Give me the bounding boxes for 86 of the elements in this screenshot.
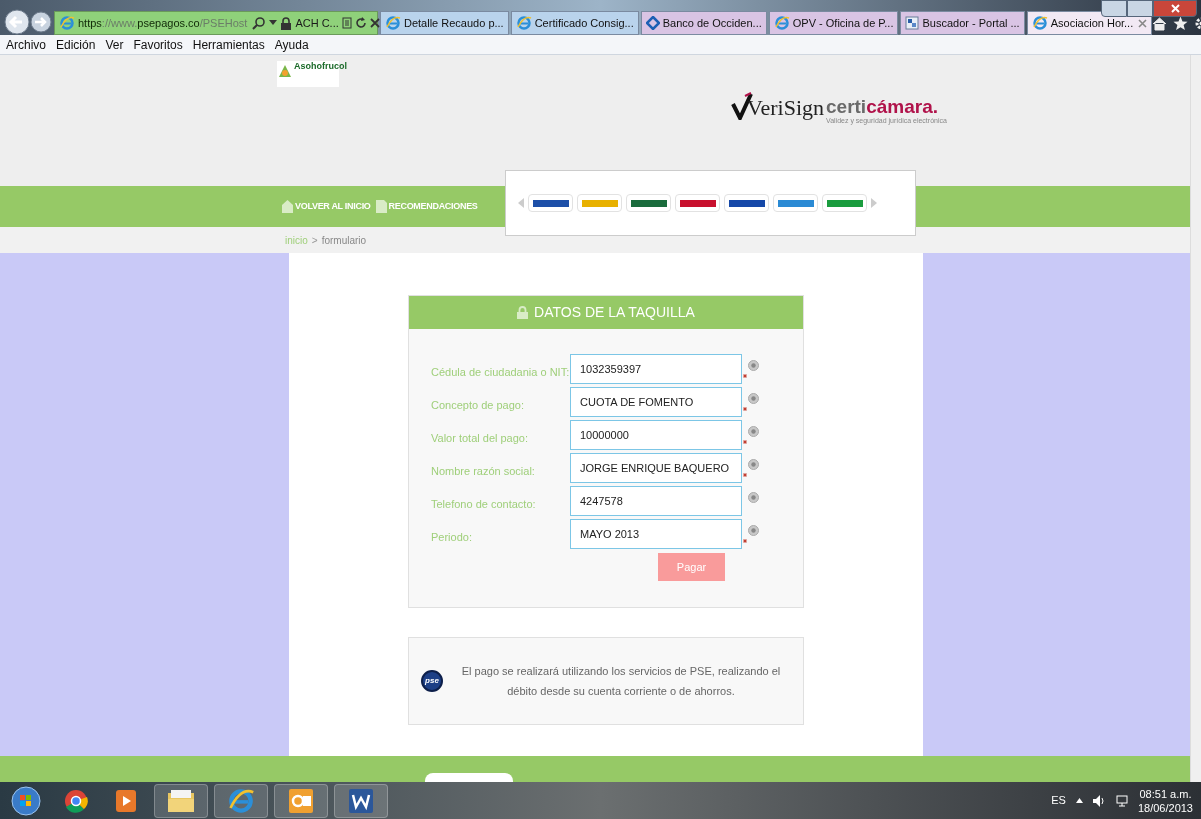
media-player-icon[interactable]: [115, 788, 137, 813]
bank-logo[interactable]: [822, 194, 867, 212]
lock-icon: [280, 16, 293, 30]
help-icon[interactable]: [748, 392, 759, 404]
field-label: Concepto de pago:: [431, 397, 525, 413]
pse-logo: pse: [421, 670, 443, 692]
bank-logo[interactable]: [626, 194, 671, 212]
fruit-logo-icon: [278, 64, 292, 78]
bank-logo[interactable]: [675, 194, 720, 212]
tab-icon: [385, 15, 401, 31]
menu-item[interactable]: Ver: [105, 35, 124, 54]
input-field[interactable]: JORGE ENRIQUE BAQUERO: [570, 453, 742, 483]
home-icon[interactable]: [1152, 15, 1168, 31]
help-icon[interactable]: [748, 491, 759, 503]
browser-tab[interactable]: Buscador - Portal ...: [900, 11, 1025, 35]
notice-text: El pago se realizará utilizando los servicios de PSE, realizando el débito desde su cuenta corriente o de ahorros.: [461, 664, 781, 699]
input-field[interactable]: 1032359397: [570, 354, 742, 384]
site-identity[interactable]: ACH C...: [295, 14, 339, 32]
menu-item[interactable]: Favoritos: [133, 35, 183, 54]
menu-item[interactable]: Archivo: [6, 35, 46, 54]
address-bar[interactable]: https://www.psepagos.co/PSEHost ACH C...: [54, 11, 378, 35]
clock-date[interactable]: 18/06/2013: [1137, 800, 1193, 815]
menu-item[interactable]: Edición: [56, 35, 96, 54]
mail-app-icon[interactable]: [288, 787, 314, 814]
certicamara-logo: certicámara.: [826, 97, 939, 117]
tab-icon: [905, 16, 920, 30]
tab-icon: [515, 15, 532, 31]
lock-icon: [517, 306, 529, 319]
tab-icon: [1031, 15, 1048, 31]
input-field[interactable]: CUOTA DE FOMENTO: [570, 387, 742, 417]
word-processor-icon[interactable]: [348, 787, 374, 814]
browser-tab[interactable]: OPV - Oficina de P...: [768, 11, 899, 35]
clock-time[interactable]: 08:51 a.m.: [1139, 786, 1192, 801]
menu-item[interactable]: Ayuda: [274, 35, 309, 54]
browser-tab[interactable]: Certificado Consig...: [510, 11, 639, 35]
browser-tab[interactable]: Asociacion Hor...: [1026, 11, 1153, 35]
field-label: Nombre razón social:: [431, 463, 536, 479]
home-icon: [282, 200, 293, 213]
browser-tab[interactable]: Detalle Recaudo p...: [380, 11, 509, 35]
input-field[interactable]: 10000000: [570, 420, 742, 450]
form-header: DATOS DE LA TAQUILLA: [409, 296, 803, 329]
browser-tab[interactable]: Banco de Occiden...: [640, 11, 767, 35]
speaker-icon[interactable]: [1092, 794, 1106, 807]
minimize-button[interactable]: [1101, 0, 1127, 17]
help-icon[interactable]: [748, 524, 759, 536]
browser-icon: [59, 15, 75, 31]
menu-item[interactable]: Herramientas: [192, 35, 265, 54]
close-icon: [1170, 4, 1180, 13]
field-label: Cédula de ciudadania o NIT:: [431, 364, 570, 380]
maximize-button[interactable]: [1127, 0, 1153, 17]
input-field[interactable]: MAYO 2013: [570, 519, 742, 549]
input-field[interactable]: 4247578: [570, 486, 742, 516]
back-button[interactable]: [4, 9, 30, 35]
tab-icon: [645, 16, 660, 30]
url-text: https://www.psepagos.co/PSEHost: [78, 15, 248, 31]
folder-icon[interactable]: [167, 788, 195, 813]
breadcrumb-current: formulario: [321, 233, 367, 248]
network-icon[interactable]: [1115, 794, 1128, 807]
stop-icon[interactable]: [369, 18, 380, 28]
field-label: Periodo:: [431, 529, 473, 545]
scrollbar[interactable]: [1190, 55, 1201, 782]
field-label: Valor total del pago:: [431, 430, 530, 446]
up-arrow-icon[interactable]: [1075, 798, 1083, 803]
bank-logo[interactable]: [773, 194, 818, 212]
forward-button[interactable]: [30, 11, 52, 33]
start-button[interactable]: [11, 785, 41, 816]
help-icon[interactable]: [748, 425, 759, 437]
caret-icon[interactable]: [269, 20, 278, 26]
field-label: Telefono de contacto:: [431, 496, 537, 512]
logo-text: Asohofrucol: [294, 61, 347, 72]
close-icon[interactable]: [1138, 18, 1148, 28]
language-indicator[interactable]: ES: [1051, 792, 1066, 809]
help-icon[interactable]: [748, 359, 759, 371]
refresh-icon[interactable]: [354, 17, 367, 29]
browser-app-icon[interactable]: [64, 788, 88, 813]
verisign-logo: VeriSign: [747, 96, 824, 120]
document-icon[interactable]: [341, 17, 352, 29]
close-button[interactable]: [1153, 0, 1197, 17]
breadcrumb-separator: >: [311, 233, 318, 248]
bank-logo[interactable]: [724, 194, 769, 212]
star-icon[interactable]: [1173, 15, 1189, 31]
search-icon[interactable]: [252, 16, 267, 30]
document-icon: [375, 200, 387, 213]
help-icon[interactable]: [748, 458, 759, 470]
tab-icon: [773, 15, 790, 31]
bank-logo[interactable]: [528, 194, 573, 212]
